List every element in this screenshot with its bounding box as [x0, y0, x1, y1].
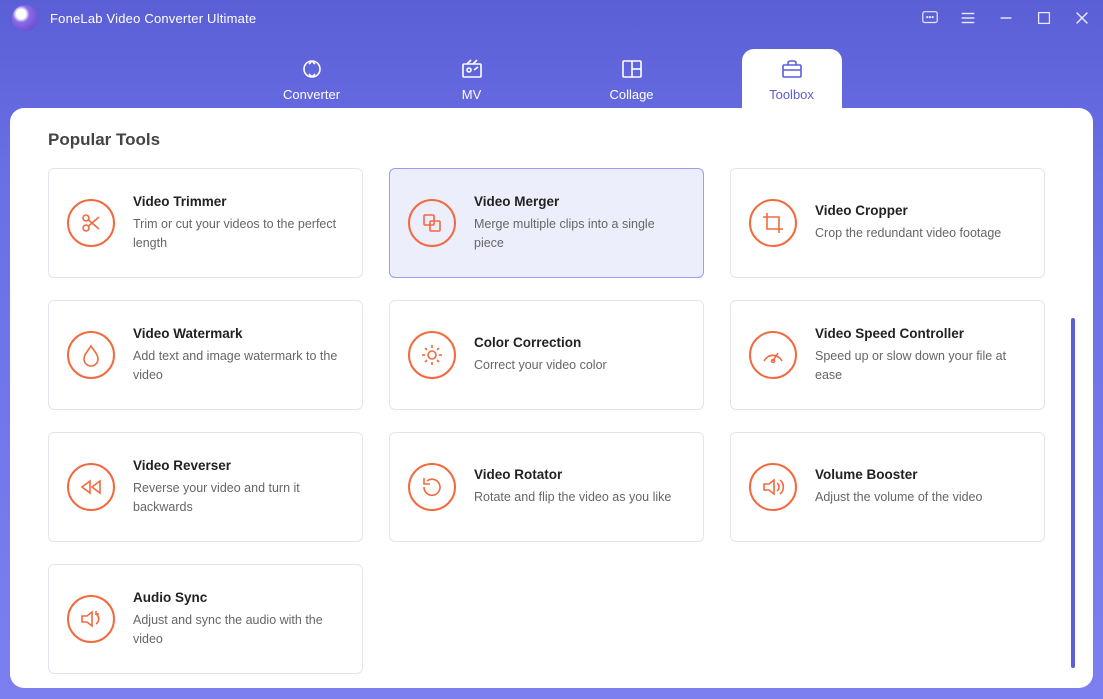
sync-icon	[67, 595, 115, 643]
rotate-icon	[408, 463, 456, 511]
tool-desc: Trim or cut your videos to the perfect l…	[133, 215, 346, 251]
tool-desc: Reverse your video and turn it backwards	[133, 479, 346, 515]
nav-label: Collage	[609, 87, 653, 102]
tool-card-video-cropper[interactable]: Video Cropper Crop the redundant video f…	[730, 168, 1045, 278]
nav-tab-mv[interactable]: MV	[422, 49, 522, 108]
tool-title: Audio Sync	[133, 590, 346, 605]
nav-tab-converter[interactable]: Converter	[262, 49, 362, 108]
tool-desc: Correct your video color	[474, 356, 687, 374]
tool-card-volume-booster[interactable]: Volume Booster Adjust the volume of the …	[730, 432, 1045, 542]
tool-card-color-correction[interactable]: Color Correction Correct your video colo…	[389, 300, 704, 410]
tool-title: Color Correction	[474, 335, 687, 350]
tool-card-video-trimmer[interactable]: Video Trimmer Trim or cut your videos to…	[48, 168, 363, 278]
tool-desc: Speed up or slow down your file at ease	[815, 347, 1028, 383]
main-nav: Converter MV Collage Toolbox	[0, 34, 1103, 108]
tool-desc: Adjust the volume of the video	[815, 488, 1028, 506]
tool-card-video-reverser[interactable]: Video Reverser Reverse your video and tu…	[48, 432, 363, 542]
tool-title: Video Cropper	[815, 203, 1028, 218]
tool-grid: Video Trimmer Trim or cut your videos to…	[48, 168, 1093, 674]
section-title: Popular Tools	[48, 130, 1093, 150]
tool-card-audio-sync[interactable]: Audio Sync Adjust and sync the audio wit…	[48, 564, 363, 674]
tool-title: Video Merger	[474, 194, 687, 209]
tool-card-video-rotator[interactable]: Video Rotator Rotate and flip the video …	[389, 432, 704, 542]
tool-desc: Rotate and flip the video as you like	[474, 488, 687, 506]
tool-desc: Add text and image watermark to the vide…	[133, 347, 346, 383]
tool-title: Volume Booster	[815, 467, 1028, 482]
tool-desc: Adjust and sync the audio with the video	[133, 611, 346, 647]
tool-title: Video Reverser	[133, 458, 346, 473]
tool-title: Video Trimmer	[133, 194, 346, 209]
tool-card-video-speed-controller[interactable]: Video Speed Controller Speed up or slow …	[730, 300, 1045, 410]
nav-label: Toolbox	[769, 87, 814, 102]
sun-icon	[408, 331, 456, 379]
scrollbar[interactable]	[1071, 318, 1075, 668]
titlebar: FoneLab Video Converter Ultimate	[0, 0, 1103, 36]
crop-icon	[749, 199, 797, 247]
rewind-icon	[67, 463, 115, 511]
scissors-icon	[67, 199, 115, 247]
nav-tab-collage[interactable]: Collage	[582, 49, 682, 108]
feedback-icon[interactable]	[921, 9, 939, 27]
tool-title: Video Rotator	[474, 467, 687, 482]
volume-icon	[749, 463, 797, 511]
nav-tab-toolbox[interactable]: Toolbox	[742, 49, 842, 108]
minimize-button[interactable]	[997, 9, 1015, 27]
tool-title: Video Speed Controller	[815, 326, 1028, 341]
nav-label: MV	[462, 87, 482, 102]
layers-icon	[408, 199, 456, 247]
content-panel: Popular Tools Video Trimmer Trim or cut …	[10, 108, 1093, 688]
app-logo-icon	[12, 5, 38, 31]
menu-icon[interactable]	[959, 9, 977, 27]
maximize-button[interactable]	[1035, 9, 1053, 27]
tool-desc: Crop the redundant video footage	[815, 224, 1028, 242]
close-button[interactable]	[1073, 9, 1091, 27]
gauge-icon	[749, 331, 797, 379]
nav-label: Converter	[283, 87, 340, 102]
drop-icon	[67, 331, 115, 379]
tool-card-video-watermark[interactable]: Video Watermark Add text and image water…	[48, 300, 363, 410]
tool-card-video-merger[interactable]: Video Merger Merge multiple clips into a…	[389, 168, 704, 278]
titlebar-controls	[921, 9, 1091, 27]
tool-desc: Merge multiple clips into a single piece	[474, 215, 687, 251]
app-title: FoneLab Video Converter Ultimate	[50, 11, 256, 26]
tool-title: Video Watermark	[133, 326, 346, 341]
